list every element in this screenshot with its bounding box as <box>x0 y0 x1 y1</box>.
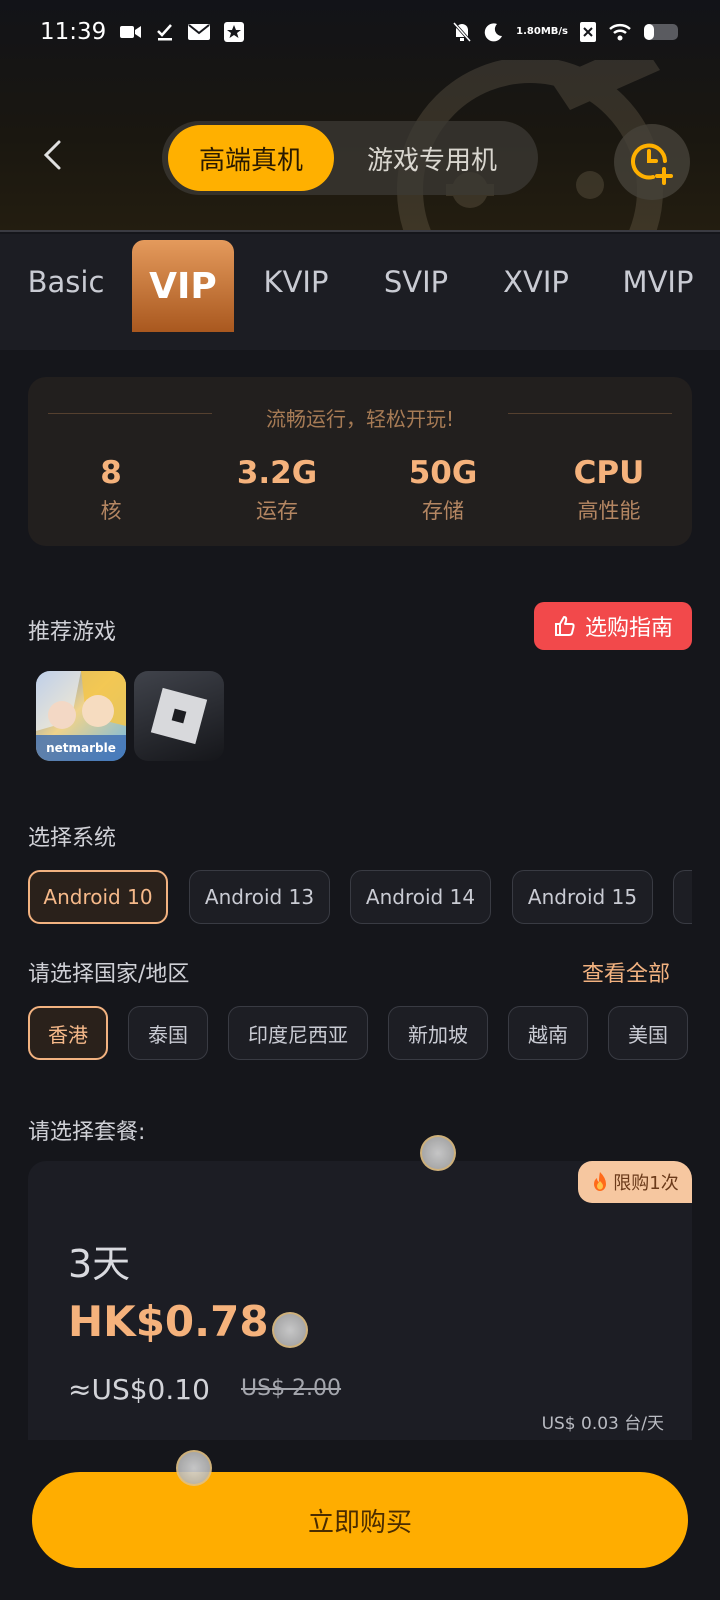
spec-cores: 8 核 <box>28 455 194 525</box>
plan-card-3-days[interactable]: 限购1次 3天 HK$0.78 ≈US$0.10 US$ 2.00 US$ 0.… <box>28 1161 692 1461</box>
video-camera-icon <box>120 24 142 40</box>
system-option-android-10[interactable]: Android 10 <box>28 870 168 924</box>
tab-premium-device[interactable]: 高端真机 <box>168 125 334 191</box>
recommend-title: 推荐游戏 <box>28 620 117 645</box>
touch-indicator <box>176 1450 212 1486</box>
spec-label: 高性能 <box>577 499 641 523</box>
spec-label: 存储 <box>422 499 464 523</box>
netmarble-label: netmarble <box>46 741 116 755</box>
tab-gaming-device[interactable]: 游戏专用机 <box>334 125 530 191</box>
chevron-left-icon <box>43 140 61 170</box>
plan-duration: 3天 <box>68 1242 131 1286</box>
roblox-game-icon[interactable] <box>134 671 224 761</box>
touch-indicator <box>272 1312 308 1348</box>
spec-card: 流畅运行，轻松开玩! 8 核 3.2G 运存 50G 存储 CPU 高性能 <box>28 377 692 546</box>
spec-storage: 50G 存储 <box>360 455 526 525</box>
purchase-guide-button[interactable]: 选购指南 <box>534 602 692 650</box>
moon-icon <box>484 22 504 42</box>
spec-label: 核 <box>100 499 122 523</box>
tier-tab-basic[interactable]: Basic <box>16 234 116 330</box>
bottom-bar: 立即购买 <box>0 1440 720 1600</box>
tier-tab-mvip[interactable]: MVIP <box>608 234 708 330</box>
tier-tab-kvip[interactable]: KVIP <box>246 234 346 330</box>
net-speed-indicator: 1.80 MB/s <box>516 26 568 37</box>
spec-value: 8 <box>100 455 122 491</box>
region-option-indonesia[interactable]: 印度尼西亚 <box>228 1006 368 1060</box>
buy-now-button[interactable]: 立即购买 <box>32 1472 688 1568</box>
limit-badge-label: 限购1次 <box>613 1173 679 1194</box>
netmarble-game-icon[interactable]: netmarble <box>36 671 126 761</box>
spec-label: 运存 <box>256 499 298 523</box>
mail-icon <box>188 24 211 40</box>
region-title: 请选择国家/地区 <box>28 962 190 987</box>
region-option-thailand[interactable]: 泰国 <box>128 1006 208 1060</box>
touch-indicator <box>420 1135 456 1171</box>
status-time: 11:39 <box>40 19 107 45</box>
see-all-regions-link[interactable]: 查看全部 <box>582 956 670 988</box>
tier-tab-xvip[interactable]: XVIP <box>486 234 586 330</box>
tier-tab-svip[interactable]: SVIP <box>366 234 466 330</box>
region-option-vietnam[interactable]: 越南 <box>508 1006 588 1060</box>
tier-tab-vip[interactable]: VIP <box>132 240 234 332</box>
back-button[interactable] <box>34 137 70 173</box>
close-box-icon <box>580 22 596 42</box>
region-option-hongkong[interactable]: 香港 <box>28 1006 108 1060</box>
system-title: 选择系统 <box>28 826 117 851</box>
battery-icon <box>644 23 680 41</box>
mute-bell-icon <box>452 21 472 43</box>
spec-value: 3.2G <box>236 455 318 491</box>
region-option-usa[interactable]: 美国 <box>608 1006 688 1060</box>
plan-original-price: US$ 2.00 <box>241 1376 342 1401</box>
roblox-logo-icon <box>150 687 208 745</box>
spec-cpu: CPU 高性能 <box>526 455 692 525</box>
limit-badge: 限购1次 <box>578 1161 692 1203</box>
system-option-more[interactable] <box>673 870 692 924</box>
clock-plus-icon <box>631 143 673 185</box>
plan-daily-price: US$ 0.03 台/天 <box>541 1414 664 1434</box>
plan-price: HK$0.78 <box>68 1297 269 1346</box>
task-check-icon <box>156 23 174 41</box>
thumbs-up-icon <box>554 616 575 636</box>
device-type-switch: 高端真机 游戏专用机 <box>162 121 538 195</box>
fire-icon <box>594 1172 607 1191</box>
spec-value: 50G <box>408 455 478 491</box>
tier-tabs: Basic VIP KVIP SVIP XVIP MVIP <box>0 234 720 350</box>
wifi-icon <box>608 22 632 42</box>
system-option-android-14[interactable]: Android 14 <box>350 870 491 924</box>
spec-ram: 3.2G 运存 <box>194 455 360 525</box>
system-option-android-13[interactable]: Android 13 <box>189 870 330 924</box>
region-option-singapore[interactable]: 新加坡 <box>388 1006 488 1060</box>
history-add-button[interactable] <box>614 124 690 200</box>
status-bar: 11:39 1.80 MB/s <box>0 0 720 64</box>
plan-title: 请选择套餐: <box>28 1120 146 1145</box>
system-option-android-15[interactable]: Android 15 <box>512 870 653 924</box>
star-badge-icon <box>224 22 245 42</box>
plan-usd-price: ≈US$0.10 <box>68 1373 210 1406</box>
spec-value: CPU <box>573 455 645 491</box>
purchase-guide-label: 选购指南 <box>584 616 673 641</box>
spec-slogan: 流畅运行，轻松开玩! <box>265 407 455 431</box>
